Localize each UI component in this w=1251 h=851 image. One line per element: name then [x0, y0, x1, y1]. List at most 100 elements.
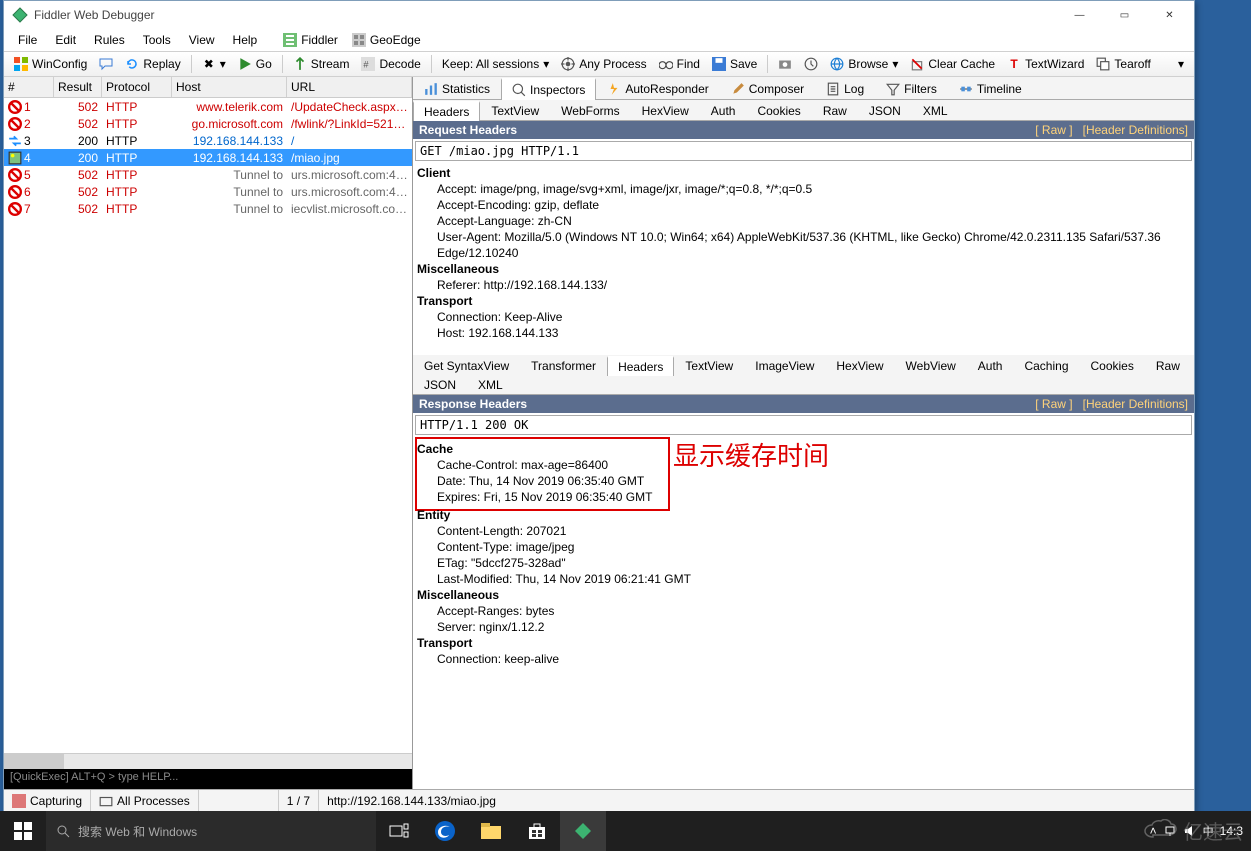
session-row[interactable]: 4200HTTP192.168.144.133/miao.jpg: [4, 149, 412, 166]
reqtab-auth[interactable]: Auth: [700, 100, 747, 120]
reqtab-raw[interactable]: Raw: [812, 100, 858, 120]
resptab-raw[interactable]: Raw: [1145, 355, 1191, 375]
menu-view[interactable]: View: [181, 31, 223, 49]
resptab-cookies[interactable]: Cookies: [1080, 355, 1145, 375]
session-row[interactable]: 3200HTTP192.168.144.133/: [4, 132, 412, 149]
taskbar-search[interactable]: 搜索 Web 和 Windows: [46, 811, 376, 851]
menu-tools[interactable]: Tools: [135, 31, 179, 49]
tb-clearcache[interactable]: Clear Cache: [906, 55, 999, 73]
log-icon: [826, 82, 840, 96]
reqtab-webforms[interactable]: WebForms: [550, 100, 630, 120]
status-processes[interactable]: All Processes: [91, 790, 199, 811]
tb-comment[interactable]: [95, 55, 117, 73]
sessions-hscroll[interactable]: [4, 753, 412, 769]
resptab-headers[interactable]: Headers: [607, 356, 674, 376]
resptab-hexview[interactable]: HexView: [825, 355, 894, 375]
tb-save[interactable]: Save: [708, 55, 761, 73]
sessions-header[interactable]: # Result Protocol Host URL: [4, 77, 412, 98]
minimize-button[interactable]: —: [1057, 1, 1102, 29]
col-host[interactable]: Host: [172, 77, 287, 97]
response-headers-block[interactable]: Cache Cache-Control: max-age=86400 Date:…: [413, 437, 1194, 789]
resptab-auth[interactable]: Auth: [967, 355, 1014, 375]
close-button[interactable]: ✕: [1147, 1, 1192, 29]
reqtab-textview[interactable]: TextView: [480, 100, 550, 120]
resptab-webview[interactable]: WebView: [895, 355, 967, 375]
maximize-button[interactable]: ▭: [1102, 1, 1147, 29]
tab-statistics[interactable]: Statistics: [413, 77, 501, 99]
inspect-icon: [512, 83, 526, 97]
fiddler-taskbar-button[interactable]: [560, 811, 606, 851]
session-row[interactable]: 1502HTTPwww.telerik.com/UpdateCheck.aspx…: [4, 98, 412, 115]
comment-icon: [99, 57, 113, 71]
sessions-body[interactable]: 1502HTTPwww.telerik.com/UpdateCheck.aspx…: [4, 98, 412, 753]
menu-edit[interactable]: Edit: [47, 31, 84, 49]
reqtab-hexview[interactable]: HexView: [631, 100, 700, 120]
response-line[interactable]: HTTP/1.1 200 OK: [415, 415, 1192, 435]
session-row[interactable]: 7502HTTPTunnel toiecvlist.microsoft.com:…: [4, 200, 412, 217]
request-line[interactable]: GET /miao.jpg HTTP/1.1: [415, 141, 1192, 161]
session-row[interactable]: 2502HTTPgo.microsoft.com/fwlink/?LinkId=…: [4, 115, 412, 132]
resp-headerdefs-link[interactable]: [Header Definitions]: [1083, 397, 1188, 411]
tb-textwizard[interactable]: TTextWizard: [1003, 55, 1088, 73]
col-protocol[interactable]: Protocol: [102, 77, 172, 97]
tab-composer[interactable]: Composer: [720, 77, 815, 99]
tb-go[interactable]: Go: [234, 55, 276, 73]
tb-find[interactable]: Find: [655, 55, 704, 73]
tab-timeline[interactable]: Timeline: [948, 77, 1033, 99]
tb-replay[interactable]: Replay: [121, 55, 184, 73]
toolbar: WinConfig Replay ✖▾ Go Stream #Decode Ke…: [4, 51, 1194, 77]
tab-log[interactable]: Log: [815, 77, 875, 99]
tb-decode[interactable]: #Decode: [357, 55, 424, 73]
reqtab-xml[interactable]: XML: [912, 100, 959, 120]
reqtab-cookies[interactable]: Cookies: [746, 100, 811, 120]
col-idx[interactable]: #: [4, 77, 54, 97]
tab-inspectors[interactable]: Inspectors: [501, 78, 596, 100]
menu-geoedge[interactable]: GeoEdge: [346, 31, 427, 49]
tab-autoresponder[interactable]: AutoResponder: [596, 77, 719, 99]
req-headerdefs-link[interactable]: [Header Definitions]: [1083, 123, 1188, 137]
session-row[interactable]: 6502HTTPTunnel tours.microsoft.com:443: [4, 183, 412, 200]
edge-button[interactable]: [422, 811, 468, 851]
request-headers-block[interactable]: Client Accept: image/png, image/svg+xml,…: [413, 163, 1194, 347]
start-button[interactable]: [0, 811, 46, 851]
tb-more[interactable]: ▾: [1174, 55, 1188, 73]
req-raw-link[interactable]: [ Raw ]: [1035, 123, 1072, 137]
tab-filters[interactable]: Filters: [875, 77, 948, 99]
tb-tearoff[interactable]: Tearoff: [1092, 55, 1154, 73]
reqtab-headers[interactable]: Headers: [413, 101, 480, 121]
explorer-button[interactable]: [468, 811, 514, 851]
store-button[interactable]: [514, 811, 560, 851]
resp-raw-link[interactable]: [ Raw ]: [1035, 397, 1072, 411]
tb-keep[interactable]: Keep: All sessions ▾: [438, 55, 553, 73]
timeline-icon: [959, 82, 973, 96]
resptab-xml[interactable]: XML: [467, 375, 514, 394]
menu-help[interactable]: Help: [225, 31, 266, 49]
tb-anyprocess[interactable]: Any Process: [557, 55, 650, 73]
resptab-caching[interactable]: Caching: [1013, 355, 1079, 375]
col-result[interactable]: Result: [54, 77, 102, 97]
menu-file[interactable]: File: [10, 31, 45, 49]
resptab-transformer[interactable]: Transformer: [520, 355, 607, 375]
tb-timer[interactable]: [800, 55, 822, 73]
resptab-json[interactable]: JSON: [413, 375, 467, 394]
reqtab-json[interactable]: JSON: [858, 100, 912, 120]
tb-remove[interactable]: ✖▾: [198, 55, 230, 73]
quickexec[interactable]: [QuickExec] ALT+Q > type HELP...: [4, 769, 412, 789]
arrows-icon: [8, 134, 22, 148]
status-capturing[interactable]: Capturing: [4, 790, 91, 811]
resptab-syntax[interactable]: Get SyntaxView: [413, 355, 520, 375]
menu-rules[interactable]: Rules: [86, 31, 133, 49]
resptab-textview[interactable]: TextView: [674, 355, 744, 375]
textwizard-icon: T: [1007, 57, 1021, 71]
resptab-imageview[interactable]: ImageView: [744, 355, 825, 375]
col-url[interactable]: URL: [287, 77, 412, 97]
titlebar[interactable]: Fiddler Web Debugger — ▭ ✕: [4, 1, 1194, 29]
session-row[interactable]: 5502HTTPTunnel tours.microsoft.com:443: [4, 166, 412, 183]
tb-browse[interactable]: Browse ▾: [826, 55, 902, 73]
resp-group-cache: Cache: [417, 441, 652, 457]
tb-stream[interactable]: Stream: [289, 55, 354, 73]
tb-winconfig[interactable]: WinConfig: [10, 55, 91, 73]
tb-camera[interactable]: [774, 55, 796, 73]
menu-fiddler[interactable]: Fiddler: [277, 31, 344, 49]
taskview-button[interactable]: [376, 811, 422, 851]
